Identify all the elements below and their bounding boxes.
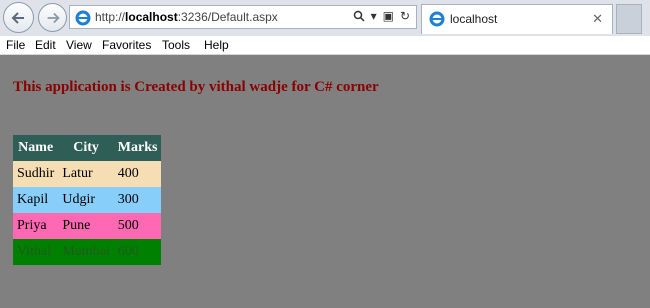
browser-toolbar: http://localhost:3236/Default.aspx ▾ ▣ ↻… (0, 0, 650, 37)
cell-city: Latur (62, 166, 93, 181)
page-content: This application is Created by vithal wa… (0, 55, 650, 308)
cell-city: Udgir (62, 192, 96, 207)
close-icon[interactable]: ✕ (592, 11, 603, 27)
menu-view[interactable]: View (66, 38, 92, 52)
cell-name: Vithal (17, 244, 52, 259)
ie-icon (429, 11, 445, 27)
menu-help[interactable]: Help (204, 38, 229, 52)
back-button[interactable] (3, 2, 34, 33)
cell-city: Pune (62, 218, 91, 233)
menu-file[interactable]: File (6, 38, 25, 52)
back-arrow-icon (11, 12, 24, 24)
cell-name: Priya (17, 218, 47, 233)
cell-marks: 300 (117, 192, 139, 207)
cell-marks: 400 (117, 166, 139, 181)
cell-marks: 500 (117, 218, 139, 233)
column-header-marks: Marks (113, 135, 162, 161)
menu-bar: File Edit View Favorites Tools Help (0, 36, 650, 55)
new-tab-button[interactable] (616, 4, 642, 34)
table-row: Priya Pune 500 (13, 213, 162, 239)
table-row: Vithal Mumbai 600 (13, 239, 162, 265)
data-grid: Name City Marks Sudhir Latur 400 Kapil U… (13, 135, 162, 265)
table-row: Sudhir Latur 400 (13, 161, 162, 187)
tab-localhost[interactable]: localhost ✕ (421, 4, 613, 34)
header-row: Name City Marks (13, 135, 162, 161)
forward-arrow-icon (47, 12, 60, 24)
dropdown-icon[interactable]: ▾ (371, 9, 377, 23)
address-bar[interactable]: http://localhost:3236/Default.aspx ▾ ▣ ↻ (69, 5, 417, 29)
column-header-name: Name (13, 135, 59, 161)
menu-tools[interactable]: Tools (162, 38, 190, 52)
compatibility-icon[interactable]: ▣ (383, 9, 394, 23)
cell-city: Mumbai (62, 244, 110, 259)
menu-edit[interactable]: Edit (35, 38, 56, 52)
forward-button[interactable] (38, 3, 67, 32)
column-header-city: City (58, 135, 114, 161)
page-heading: This application is Created by vithal wa… (13, 79, 379, 95)
cell-marks: 600 (117, 244, 139, 259)
menu-favorites[interactable]: Favorites (102, 38, 151, 52)
cell-name: Sudhir (17, 166, 55, 181)
tab-title: localhost (450, 12, 498, 26)
ie-icon (75, 10, 91, 26)
cell-name: Kapil (17, 192, 49, 207)
search-icon[interactable] (353, 10, 365, 22)
address-url: http://localhost:3236/Default.aspx (95, 10, 278, 24)
table-row: Kapil Udgir 300 (13, 187, 162, 213)
refresh-icon[interactable]: ↻ (400, 9, 410, 23)
